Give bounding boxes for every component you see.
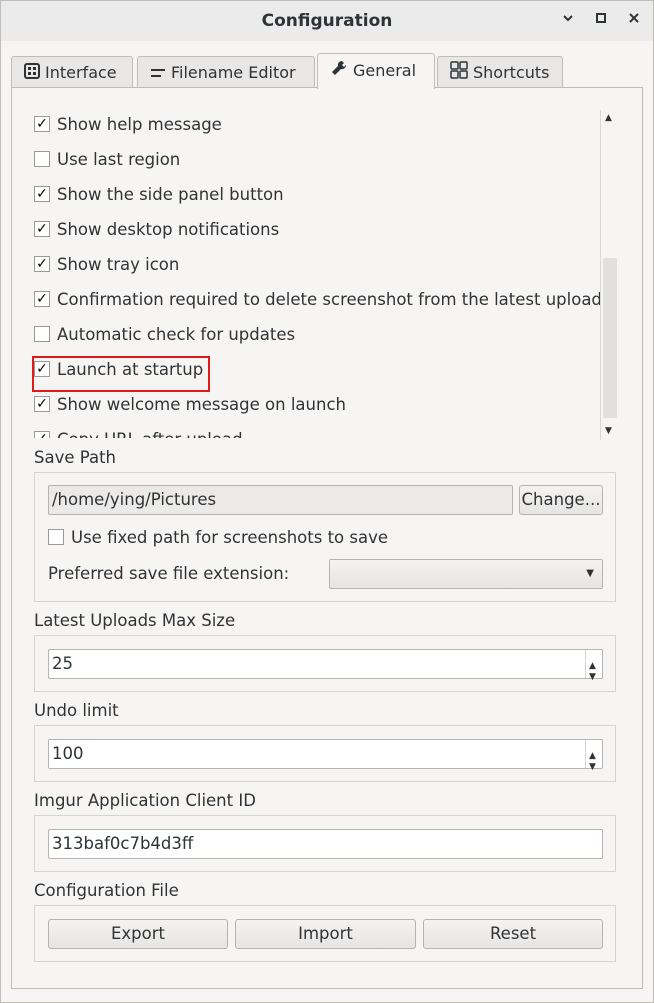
extension-label: Preferred save file extension: <box>48 564 290 583</box>
option-label: Show the side panel button <box>57 185 284 204</box>
spin-down-icon[interactable]: ▼ <box>589 753 596 781</box>
title-bar: Configuration <box>1 1 653 41</box>
option-label: Confirmation required to delete screensh… <box>57 290 611 309</box>
tab-filename-editor-label: Filename Editor <box>171 63 296 82</box>
scroll-down-icon[interactable]: ▼ <box>605 426 612 436</box>
latest-uploads-label: Latest Uploads Max Size <box>34 611 236 630</box>
close-icon <box>629 13 639 23</box>
config-file-group: Export Import Reset <box>34 905 616 962</box>
checkbox-confirm-delete[interactable]: ✓ <box>34 290 50 307</box>
filename-editor-icon <box>150 58 166 89</box>
option-label: Show welcome message on launch <box>57 395 346 414</box>
checkbox-show-welcome-message[interactable]: ✓ <box>34 395 50 412</box>
config-file-label: Configuration File <box>34 881 179 900</box>
undo-limit-spinbox[interactable]: 100 ▲ ▼ <box>48 739 603 772</box>
undo-limit-group: 100 ▲ ▼ <box>34 725 616 782</box>
option-label: Show tray icon <box>57 255 180 274</box>
spin-buttons[interactable]: ▲ ▼ <box>585 740 602 772</box>
option-label: Show desktop notifications <box>57 220 280 239</box>
option-label: Automatic check for updates <box>57 325 296 344</box>
checkbox-copy-url[interactable]: ✓ <box>34 430 50 438</box>
configuration-window: Configuration Interface Filename Editor … <box>0 0 654 1003</box>
option-show-side-panel-button[interactable]: ✓ Show the side panel button <box>34 182 284 208</box>
imgur-client-id-label: Imgur Application Client ID <box>34 791 256 810</box>
save-path-group: /home/ying/Pictures Change... Use fixed … <box>34 472 616 602</box>
option-label: Use last region <box>57 150 181 169</box>
maximize-button[interactable] <box>591 10 611 30</box>
imgur-client-id-field[interactable]: 313baf0c7b4d3ff <box>48 829 603 859</box>
save-path-label: Save Path <box>34 448 116 467</box>
tab-shortcuts-label: Shortcuts <box>473 63 550 82</box>
scrollbar-thumb[interactable] <box>603 258 617 418</box>
option-show-tray-icon[interactable]: ✓ Show tray icon <box>34 252 179 278</box>
checkbox-show-side-panel-button[interactable]: ✓ <box>34 185 50 202</box>
minimize-button[interactable] <box>558 10 578 30</box>
wrench-icon <box>330 55 348 89</box>
undo-limit-label: Undo limit <box>34 701 119 720</box>
scroll-up-icon[interactable]: ▲ <box>605 113 612 123</box>
option-label: Use fixed path for screenshots to save <box>71 528 389 547</box>
checkbox-show-desktop-notifications[interactable]: ✓ <box>34 220 50 237</box>
tab-general[interactable]: General <box>317 53 435 89</box>
export-button[interactable]: Export <box>48 919 228 949</box>
chevron-down-icon: ▼ <box>586 568 594 579</box>
tab-shortcuts[interactable]: Shortcuts <box>437 56 563 87</box>
shortcuts-icon <box>450 58 468 89</box>
option-confirm-delete[interactable]: ✓ Confirmation required to delete screens… <box>34 287 611 313</box>
tab-filename-editor[interactable]: Filename Editor <box>137 56 315 87</box>
checkbox-show-tray-icon[interactable]: ✓ <box>34 255 50 272</box>
general-tab-pane: ✓ Show help message Use last region ✓ Show… <box>11 87 643 989</box>
minimize-icon <box>563 15 573 22</box>
tab-interface-label: Interface <box>45 63 117 82</box>
launch-at-startup-highlight <box>32 356 210 392</box>
import-button[interactable]: Import <box>235 919 416 949</box>
option-label: Copy URL after upload <box>57 430 243 438</box>
option-show-help-message[interactable]: ✓ Show help message <box>34 112 222 138</box>
change-button[interactable]: Change... <box>519 485 603 515</box>
imgur-group: 313baf0c7b4d3ff <box>34 815 616 872</box>
latest-uploads-group: 25 ▲ ▼ <box>34 635 616 692</box>
checkbox-show-help-message[interactable]: ✓ <box>34 115 50 132</box>
option-use-last-region[interactable]: Use last region <box>34 147 180 173</box>
reset-button[interactable]: Reset <box>423 919 603 949</box>
checkbox-fixed-path[interactable] <box>48 528 64 545</box>
spin-buttons[interactable]: ▲ ▼ <box>585 650 602 682</box>
save-path-field[interactable]: /home/ying/Pictures <box>48 485 513 515</box>
spin-down-icon[interactable]: ▼ <box>589 663 596 691</box>
option-copy-url[interactable]: ✓ Copy URL after upload <box>34 427 243 438</box>
latest-uploads-value: 25 <box>52 654 73 673</box>
maximize-icon <box>596 13 606 23</box>
window-title: Configuration <box>261 11 393 31</box>
latest-uploads-spinbox[interactable]: 25 ▲ ▼ <box>48 649 603 682</box>
extension-select[interactable]: ▼ <box>329 559 603 589</box>
close-button[interactable] <box>624 10 644 30</box>
tab-general-label: General <box>353 61 417 80</box>
option-label: Show help message <box>57 115 222 134</box>
option-automatic-check-updates[interactable]: Automatic check for updates <box>34 322 295 348</box>
checkbox-automatic-check-updates[interactable] <box>34 325 50 342</box>
option-show-welcome-message[interactable]: ✓ Show welcome message on launch <box>34 392 346 418</box>
option-show-desktop-notifications[interactable]: ✓ Show desktop notifications <box>34 217 279 243</box>
interface-icon <box>24 58 40 89</box>
checkbox-use-last-region[interactable] <box>34 150 50 167</box>
undo-limit-value: 100 <box>52 744 84 763</box>
option-fixed-path[interactable]: Use fixed path for screenshots to save <box>48 525 388 551</box>
options-scrollbar[interactable]: ▲ ▼ <box>600 110 619 440</box>
tab-interface[interactable]: Interface <box>11 56 133 87</box>
